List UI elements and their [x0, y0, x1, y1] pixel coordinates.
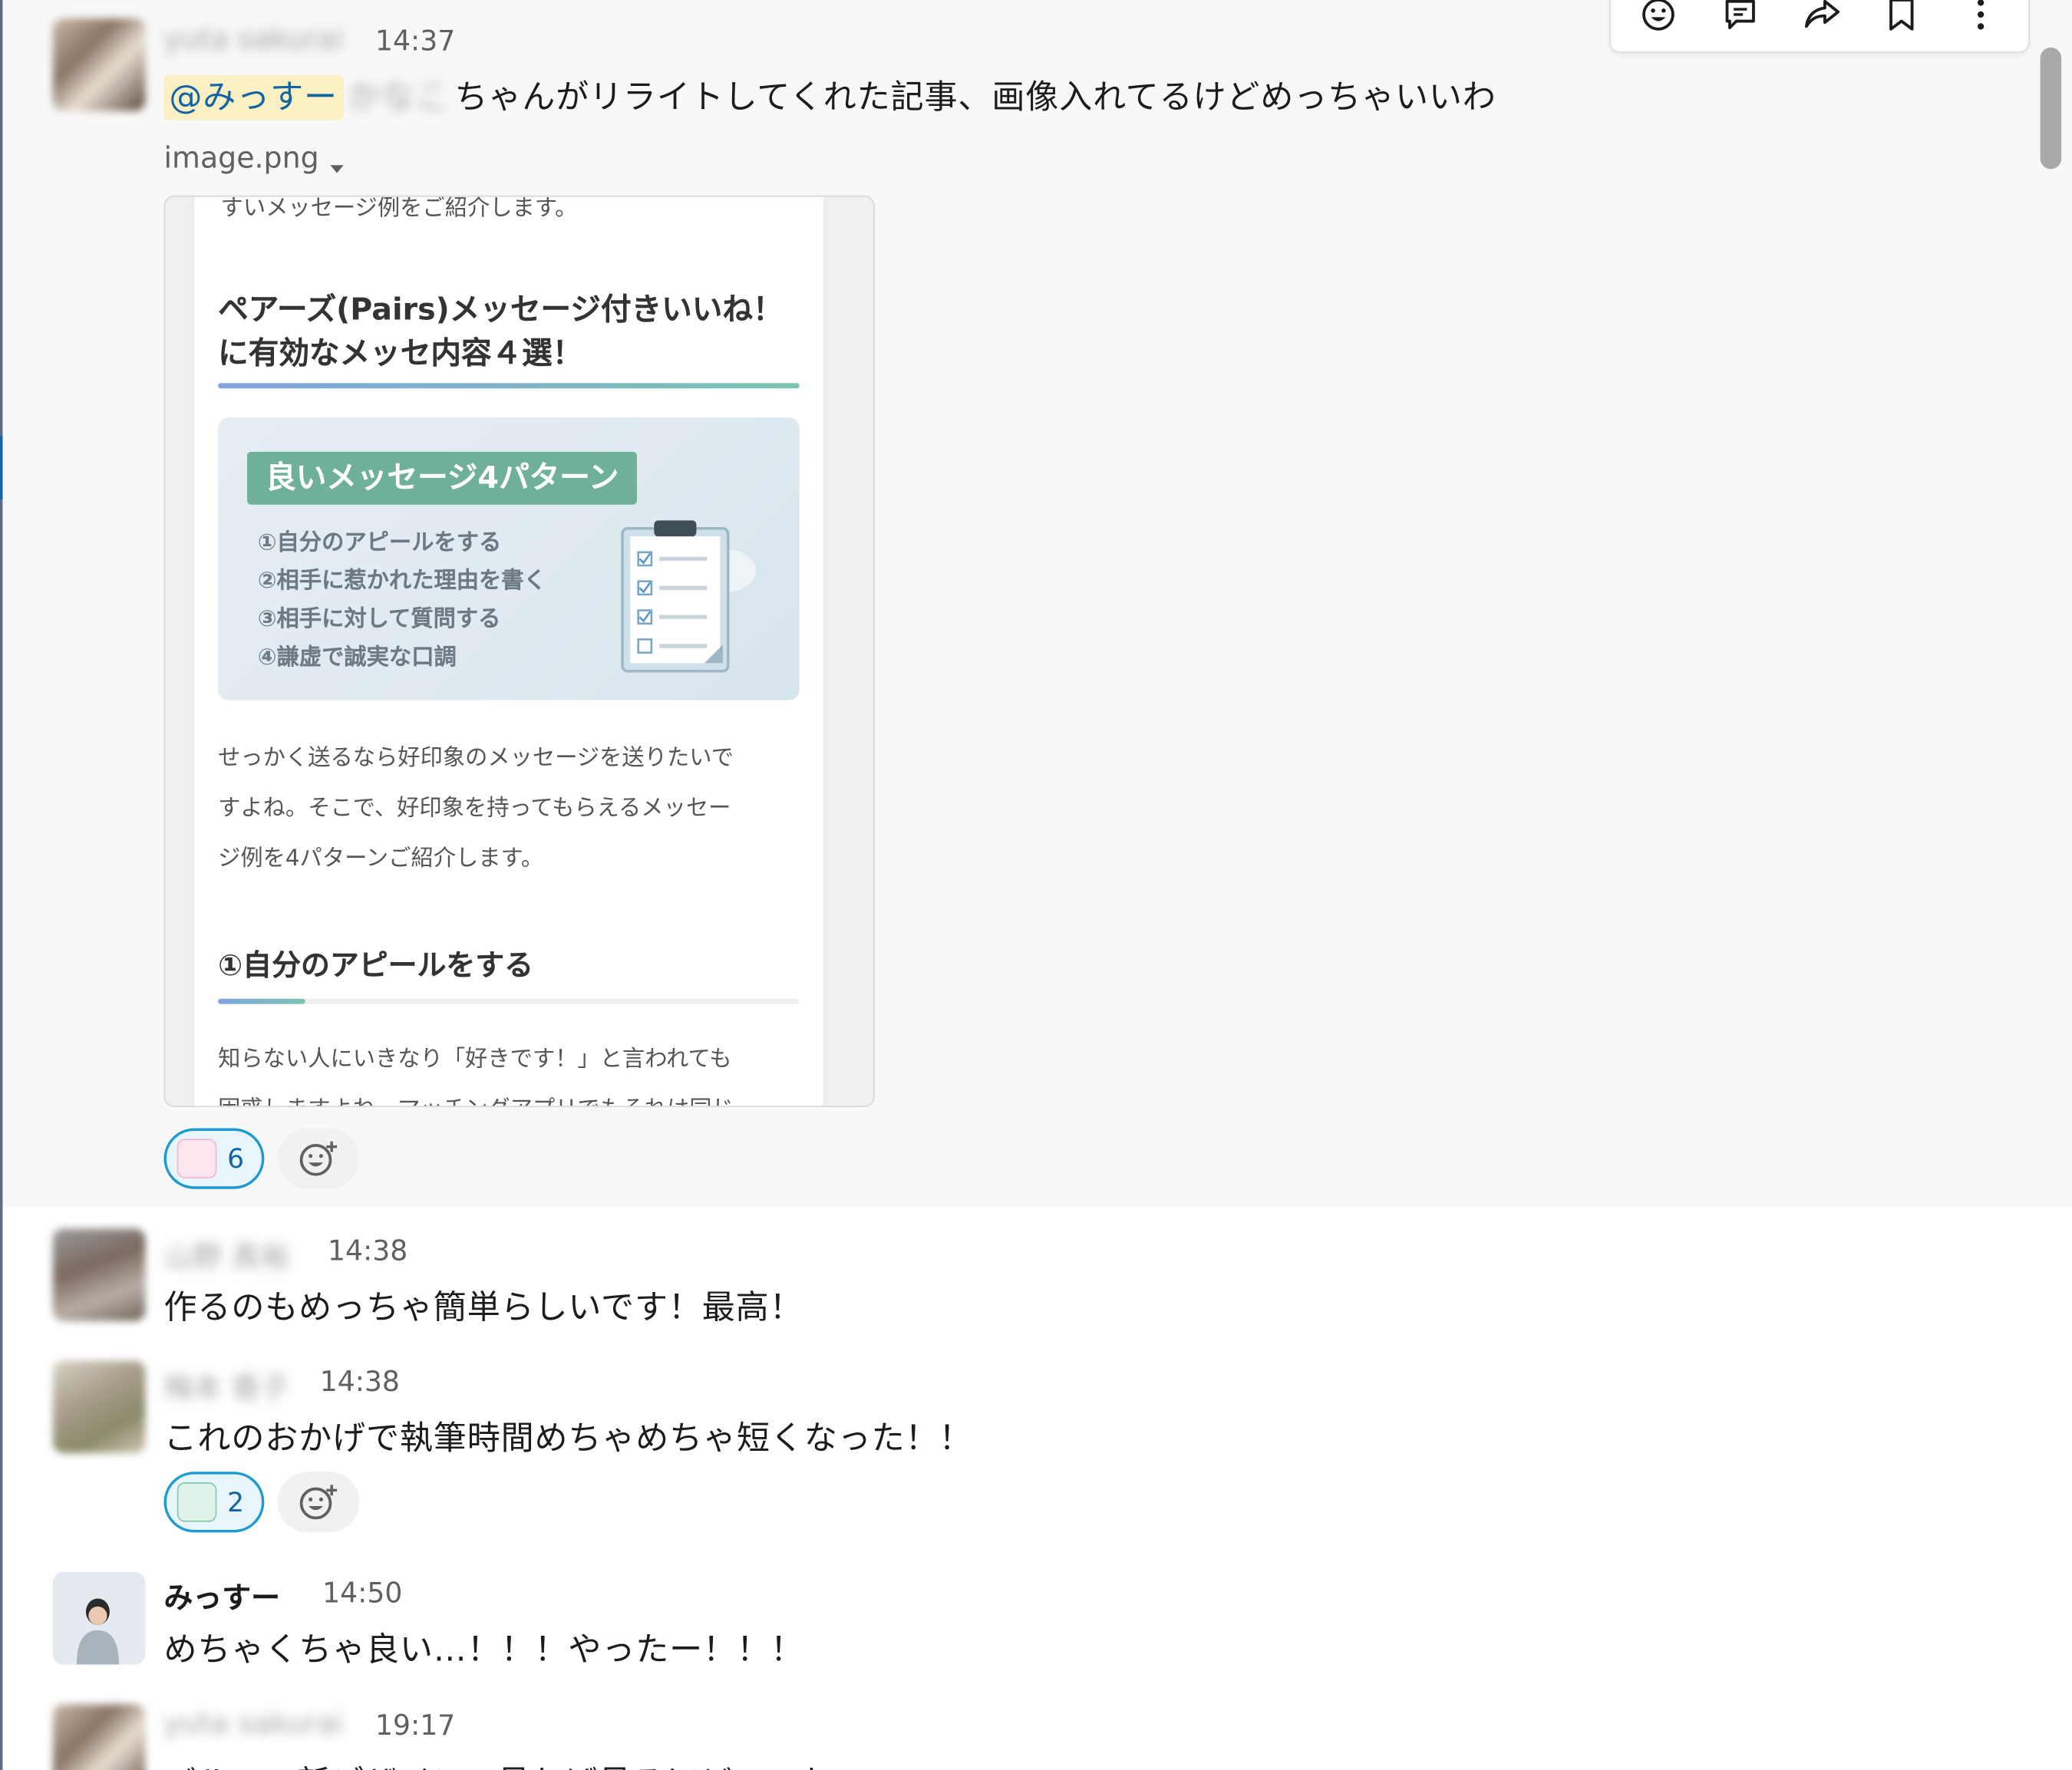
banner-item: ④謙虚で誠実な口調 — [257, 644, 457, 671]
add-reaction-icon — [299, 1485, 338, 1520]
reply-in-thread-icon[interactable] — [1714, 0, 1767, 38]
message-timestamp[interactable]: 14:38 — [320, 1366, 400, 1397]
reaction-pill[interactable]: 6 — [163, 1128, 265, 1189]
message-text-body: ちゃんがリライトしてくれた記事、画像入れてるけどめっちゃいいわ — [454, 77, 1496, 117]
message-timestamp[interactable]: 14:37 — [375, 25, 455, 57]
reaction-count: 6 — [227, 1142, 245, 1175]
share-icon[interactable] — [1796, 0, 1849, 38]
message-timestamp[interactable]: 14:38 — [328, 1235, 407, 1267]
preview-heading-line-2: に有効なメッセ内容４選！ — [218, 337, 583, 371]
message-pane: yuta sakurai 14:37 @みっすー かなこ ちゃんがリライトしてくれた… — [0, 0, 2072, 1770]
preview-paragraph-line: 困惑しますよね。マッチングアプリでもそれは同じ — [218, 1085, 800, 1106]
preview-paragraph-line: すよね。そこで、好印象を持ってもらえるメッセー — [218, 795, 731, 822]
preview-banner: 良いメッセージ4パターン ①自分のアピールをする ②相手に惹かれた理由を書く ③… — [218, 417, 800, 700]
sticker-emoji-pink-icon — [177, 1139, 217, 1178]
preview-cut-text: すいメッセージ例をご紹介します。 — [220, 195, 578, 222]
message-text: これのおかげで執筆時間めちゃめちゃ短くなった！！ — [163, 1419, 973, 1458]
avatar[interactable] — [52, 1360, 146, 1454]
message-actions-toolbar — [1609, 0, 2030, 53]
message-text: 作るのもめっちゃ簡単らしいです！最高！ — [163, 1287, 803, 1327]
banner-item: ②相手に惹かれた理由を書く — [257, 568, 546, 595]
banner-item: ③相手に対して質問する — [257, 606, 501, 633]
file-name[interactable]: image.png — [164, 143, 319, 176]
sender-name[interactable]: yuta sakurai — [164, 1708, 344, 1741]
message-timestamp[interactable]: 14:50 — [322, 1577, 402, 1609]
message-text: めちゃくちゃ良い…！！！やったー！！！ — [163, 1630, 804, 1669]
bookmark-icon[interactable] — [1875, 0, 1928, 38]
message-text: @みっすー かなこ ちゃんがリライトしてくれた記事、画像入れてるけどめっちゃいいわ — [163, 71, 1496, 120]
avatar[interactable] — [52, 1228, 146, 1321]
heading-underline — [218, 383, 800, 389]
banner-title: 良いメッセージ4パターン — [246, 451, 638, 505]
message-text: バルーン新デザイン、見れば見るほどいいね — [164, 1757, 834, 1770]
add-reaction-icon — [299, 1141, 338, 1176]
add-reaction-button[interactable] — [277, 1472, 360, 1533]
image-attachment-preview[interactable]: すいメッセージ例をご紹介します。 ペアーズ(Pairs)メッセージ付きいいね！ … — [163, 195, 875, 1107]
banner-item: ①自分のアピールをする — [257, 529, 502, 556]
sender-name[interactable]: 山野 真裕 — [164, 1234, 290, 1276]
preview-paragraph-line: 知らない人にいきなり「好きです！」と言われても — [218, 1046, 732, 1073]
message-timestamp[interactable]: 19:17 — [375, 1709, 455, 1741]
more-actions-icon[interactable] — [1955, 0, 2008, 38]
reaction-pill[interactable]: 2 — [163, 1472, 265, 1533]
person-photo-icon — [52, 1572, 146, 1665]
user-mention[interactable]: @みっすー — [163, 75, 343, 120]
sticker-emoji-teal-icon — [177, 1482, 217, 1522]
sender-name[interactable]: みっすー — [164, 1575, 281, 1617]
article-screenshot: すいメッセージ例をご紹介します。 ペアーズ(Pairs)メッセージ付きいいね！ … — [194, 195, 823, 1106]
preview-section-heading: ①自分のアピールをする — [218, 950, 534, 984]
blurred-name: かなこ — [348, 77, 450, 117]
section-underline — [218, 998, 305, 1004]
preview-paragraph-line: ジ例を4パターンご紹介します。 — [218, 845, 544, 872]
message-text-clip: バルーン新デザイン、見れば見るほどいいね — [2, 1746, 2071, 1770]
reaction-count: 2 — [227, 1486, 245, 1518]
add-reaction-icon[interactable] — [1632, 0, 1685, 38]
preview-paragraph-line: せっかく送るなら好印象のメッセージを送りたいで — [218, 745, 734, 772]
avatar[interactable] — [52, 18, 146, 111]
clipboard-illustration-icon — [621, 520, 756, 673]
sender-name[interactable]: 梅本 香子 — [164, 1365, 290, 1407]
sender-name[interactable]: yuta sakurai — [164, 24, 344, 57]
scrollbar-thumb[interactable] — [2040, 47, 2062, 170]
add-reaction-button[interactable] — [277, 1128, 360, 1189]
file-options-caret-icon[interactable] — [328, 156, 346, 181]
preview-heading-line-1: ペアーズ(Pairs)メッセージ付きいいね！ — [218, 293, 784, 328]
avatar[interactable] — [52, 1572, 146, 1665]
